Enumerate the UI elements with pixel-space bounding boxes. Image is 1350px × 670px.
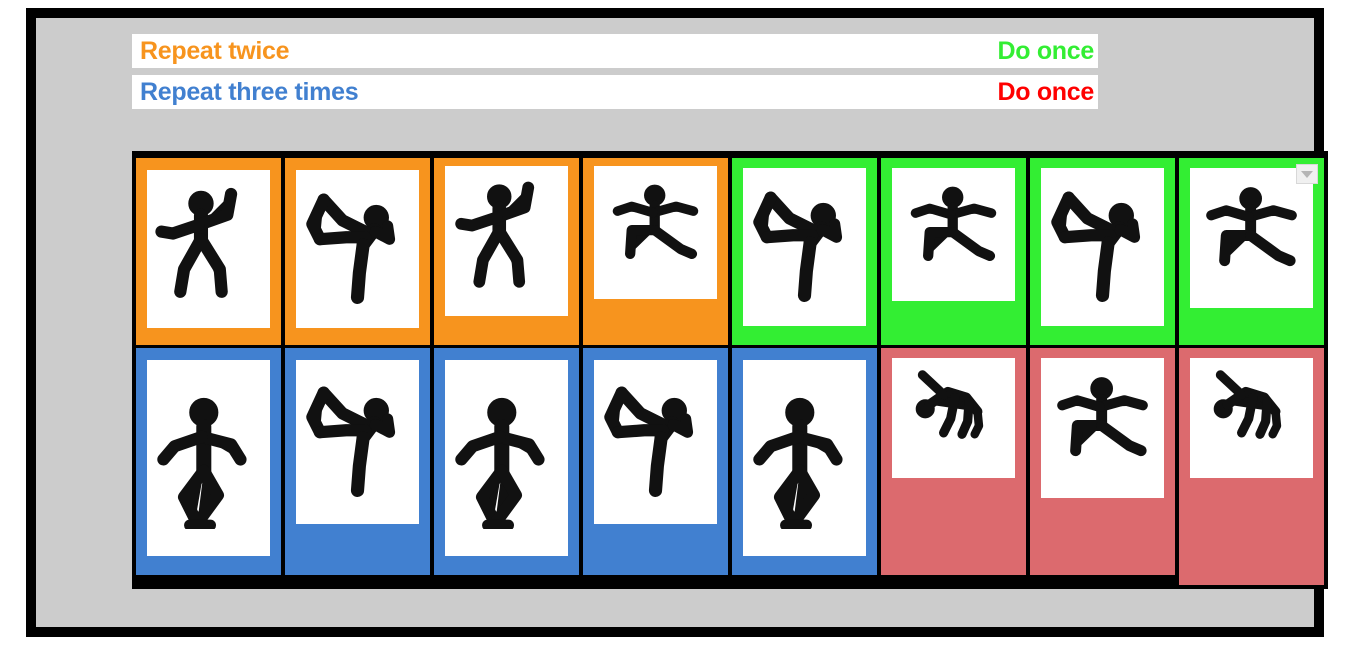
exercise-card-face <box>594 166 717 299</box>
exercise-card-face <box>892 168 1015 301</box>
exercise-card[interactable] <box>136 348 281 575</box>
exercise-card-face <box>743 168 866 326</box>
stick-figure-arm-raised-stride <box>455 181 535 288</box>
stick-figure-star-lunge <box>1206 187 1297 267</box>
exercise-card-face <box>1190 358 1313 478</box>
exercise-card[interactable] <box>583 158 728 345</box>
exercise-card-face <box>296 360 419 524</box>
legend-right-label: Do once <box>997 36 1094 65</box>
card-row-bottom <box>136 348 1324 585</box>
exercise-card[interactable] <box>881 348 1026 575</box>
exercise-card[interactable] <box>285 158 430 345</box>
exercise-card[interactable] <box>1030 348 1175 575</box>
stick-figure-high-kick <box>306 193 396 304</box>
exercise-card[interactable] <box>1179 158 1324 345</box>
exercise-card-face <box>743 360 866 556</box>
stick-figure-high-kick <box>1051 191 1141 302</box>
stick-figure-crossed-legs-stand <box>455 397 545 529</box>
app-frame: Repeat twice Do once Repeat three times … <box>26 8 1328 637</box>
exercise-card[interactable] <box>136 158 281 345</box>
exercise-card-face <box>892 358 1015 478</box>
stick-figure-star-lunge <box>1057 377 1148 457</box>
exercise-card-face <box>594 360 717 524</box>
exercise-card-face <box>1190 168 1313 308</box>
legend: Repeat twice Do once Repeat three times … <box>132 34 1098 109</box>
exercise-card-face <box>1041 168 1164 326</box>
chevron-down-icon <box>1301 170 1313 178</box>
legend-left-label: Repeat three times <box>140 77 359 106</box>
stick-figure-star-lunge <box>612 184 699 260</box>
exercise-card-face <box>445 360 568 556</box>
card-menu-button[interactable] <box>1296 164 1318 184</box>
legend-right-label: Do once <box>997 77 1094 106</box>
exercise-card[interactable] <box>1030 158 1175 345</box>
stick-figure-bend-over <box>1213 370 1282 439</box>
stick-figure-crossed-legs-stand <box>753 397 843 529</box>
stick-figure-high-kick <box>753 191 843 302</box>
exercise-card-face <box>1041 358 1164 498</box>
card-row-top <box>136 158 1324 345</box>
exercise-card[interactable] <box>285 348 430 575</box>
exercise-card[interactable] <box>1179 348 1324 585</box>
exercise-card[interactable] <box>434 348 579 575</box>
stick-figure-star-lunge <box>910 186 997 262</box>
legend-row-repeat-three-times: Repeat three times Do once <box>132 75 1098 109</box>
stick-figure-bend-over <box>915 370 984 439</box>
exercise-card-face <box>147 360 270 556</box>
exercise-card-face <box>296 170 419 328</box>
stick-figure-high-kick <box>604 386 694 497</box>
sequence-board <box>132 151 1328 589</box>
legend-row-repeat-twice: Repeat twice Do once <box>132 34 1098 68</box>
exercise-card-face <box>445 166 568 316</box>
exercise-card[interactable] <box>732 158 877 345</box>
exercise-card[interactable] <box>732 348 877 575</box>
legend-left-label: Repeat twice <box>140 36 290 65</box>
stick-figure-arm-raised-stride <box>155 187 238 298</box>
exercise-card[interactable] <box>881 158 1026 345</box>
stick-figure-high-kick <box>306 386 396 497</box>
exercise-card[interactable] <box>583 348 728 575</box>
exercise-card-face <box>147 170 270 328</box>
stick-figure-crossed-legs-stand <box>157 397 247 529</box>
exercise-card[interactable] <box>434 158 579 345</box>
